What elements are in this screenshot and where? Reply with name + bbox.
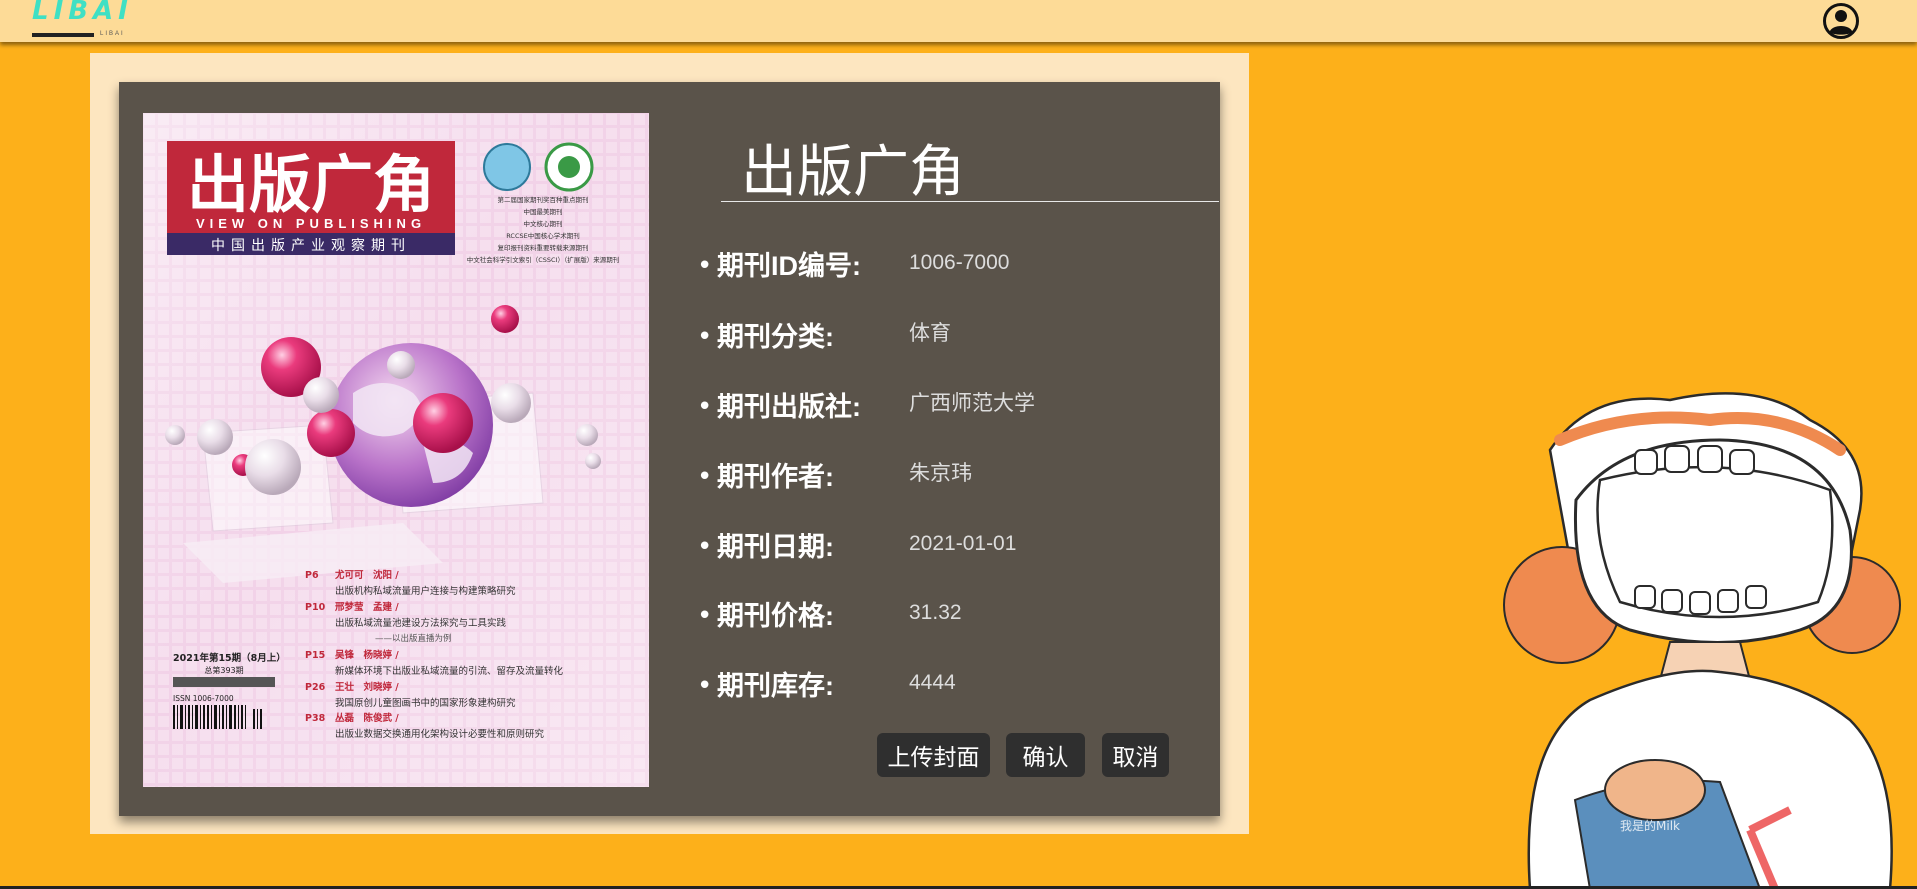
bullet-icon: • xyxy=(697,532,713,562)
journal-cover-image: 出版广角 VIEW ON PUBLISHING 中国出版产业观察期刊 第二届国家… xyxy=(143,113,649,787)
field-label: 期刊ID编号: xyxy=(717,251,861,281)
field-label: 期刊库存: xyxy=(717,671,834,701)
cover-badge-text: 复印报刊资料重要转载来源期刊 xyxy=(498,243,589,252)
cover-badge-text: 中文社会科学引文索引（CSSCI）（扩展版）来源期刊 xyxy=(467,255,620,264)
cover-badge-text: RCCSE中国核心学术期刊 xyxy=(506,231,580,240)
mascot-bag-text: 我是的Milk xyxy=(1620,818,1680,833)
cover-page-number: P26 xyxy=(305,682,326,693)
field-value: 2021-01-01 xyxy=(909,532,1017,555)
field-date: • 期刊日期: 2021-01-01 xyxy=(697,527,1197,567)
field-label: 期刊出版社: xyxy=(717,392,861,422)
cover-total-issue: 总第393期 xyxy=(204,665,243,675)
cover-page-number: P15 xyxy=(305,650,325,661)
logo-text: LIBAI xyxy=(32,0,133,26)
cover-article-title: 我国原创儿童图画书中的国家形象建构研究 xyxy=(335,697,516,709)
cover-badge-text: 中文核心期刊 xyxy=(524,219,563,228)
upload-cover-button[interactable]: 上传封面 xyxy=(877,733,990,777)
field-label: 期刊日期: xyxy=(717,532,834,562)
confirm-button[interactable]: 确认 xyxy=(1006,733,1085,777)
bullet-icon: • xyxy=(697,671,713,701)
cover-authors: 邢梦莹 孟建 / xyxy=(335,601,399,613)
top-bar: LIBAI LIBAI xyxy=(0,0,1917,42)
cover-issue: 2021年第15期（8月上） xyxy=(173,652,286,664)
cover-authors: 王壮 刘晓婷 / xyxy=(335,681,399,693)
cover-badge-text: 第二届国家期刊奖百种重点期刊 xyxy=(498,195,589,204)
cover-issn: ISSN 1006-7000 xyxy=(173,694,234,703)
journal-detail-card: 出版广角 VIEW ON PUBLISHING 中国出版产业观察期刊 第二届国家… xyxy=(119,82,1220,816)
field-value: 朱京玮 xyxy=(909,462,972,485)
cover-article-title: 出版私域流量池建设方法探究与工具实践 xyxy=(335,617,507,629)
field-price: • 期刊价格: 31.32 xyxy=(697,596,1197,636)
cover-masthead-en: VIEW ON PUBLISHING xyxy=(196,216,426,231)
cover-article-note: ——以出版直播为例 xyxy=(375,633,452,644)
bullet-icon: • xyxy=(697,392,713,422)
cover-masthead: 出版广角 xyxy=(187,148,435,221)
field-label: 期刊作者: xyxy=(717,462,834,492)
cover-article-title: 出版业数据交换通用化架构设计必要性和原则研究 xyxy=(335,728,545,740)
cover-subtitle: 中国出版产业观察期刊 xyxy=(211,237,411,254)
cover-page-number: P38 xyxy=(305,713,326,724)
field-journal-id: • 期刊ID编号: 1006-7000 xyxy=(697,246,1197,286)
field-label: 期刊分类: xyxy=(717,322,834,352)
field-value: 4444 xyxy=(909,671,956,694)
bullet-icon: • xyxy=(697,251,713,281)
bullet-icon: • xyxy=(697,322,713,352)
cover-authors: 丛磊 陈俊武 / xyxy=(335,712,399,724)
cover-page-number: P6 xyxy=(305,570,319,581)
bullet-icon: • xyxy=(697,462,713,492)
field-publisher: • 期刊出版社: 广西师范大学 xyxy=(697,387,1197,427)
cover-authors: 吴锋 杨晓婷 / xyxy=(335,649,399,661)
field-label: 期刊价格: xyxy=(717,601,834,631)
logo[interactable]: LIBAI LIBAI xyxy=(32,0,142,42)
user-circle-icon[interactable] xyxy=(1822,2,1860,40)
field-value: 1006-7000 xyxy=(909,251,1010,274)
cover-article-title: 出版机构私域流量用户连接与构建策略研究 xyxy=(335,585,516,597)
mascot-illustration: 我是的Milk xyxy=(1503,392,1901,889)
field-author: • 期刊作者: 朱京玮 xyxy=(697,457,1197,497)
bullet-icon: • xyxy=(697,601,713,631)
field-category: • 期刊分类: 体育 xyxy=(697,317,1197,357)
field-value: 体育 xyxy=(909,322,951,345)
cover-page-number: P10 xyxy=(305,602,326,613)
logo-underline xyxy=(32,33,94,37)
cover-authors: 尤可可 沈阳 / xyxy=(334,569,399,581)
logo-subtext: LIBAI xyxy=(100,31,125,37)
field-stock: • 期刊库存: 4444 xyxy=(697,666,1197,706)
cover-article-title: 新媒体环境下出版业私域流量的引流、留存及流量转化 xyxy=(335,665,564,677)
cover-badge-text: 中国最美期刊 xyxy=(524,207,563,216)
journal-title: 出版广角 xyxy=(721,142,1219,202)
field-value: 31.32 xyxy=(909,601,962,624)
cancel-button[interactable]: 取消 xyxy=(1102,733,1169,777)
field-value: 广西师范大学 xyxy=(909,392,1035,415)
